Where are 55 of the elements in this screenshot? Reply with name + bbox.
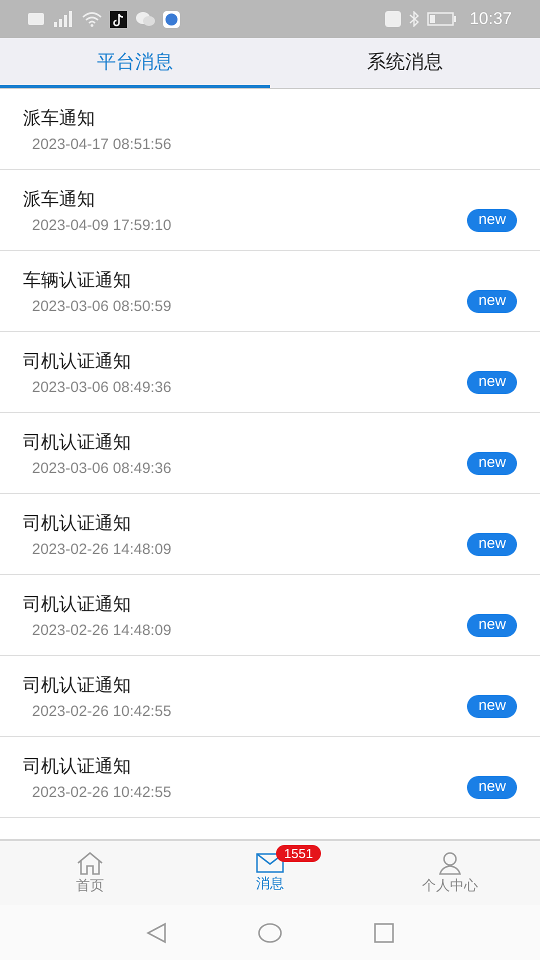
battery-icon xyxy=(427,12,458,26)
app-icon xyxy=(110,10,127,28)
nav-label: 个人中心 xyxy=(422,877,478,895)
new-badge: new xyxy=(467,614,517,636)
message-time: 2023-04-17 08:51:56 xyxy=(31,136,172,152)
message-title: 车辆认证通知 xyxy=(23,268,132,292)
message-title: 司机认证通知 xyxy=(23,674,132,696)
message-row[interactable]: 司机认证通知 2023-02-26 10:42:55 new xyxy=(0,656,540,737)
message-time: 2023-03-06 08:49:36 xyxy=(31,460,172,476)
message-time: 2023-02-26 14:48:09 xyxy=(31,622,172,638)
message-row[interactable]: 司机认证通知 2023-03-06 08:49:36 new xyxy=(0,413,540,494)
message-row[interactable]: 司机认证通知 2023-02-26 14:48:09 new xyxy=(0,494,540,575)
message-title: 司机认证通知 xyxy=(23,592,132,616)
new-badge: new xyxy=(467,776,517,798)
person-icon xyxy=(438,851,462,875)
unread-count: 1551 xyxy=(276,845,321,862)
nav-label: 消息 xyxy=(256,875,284,893)
home-button-icon[interactable] xyxy=(257,922,283,944)
new-badge: new xyxy=(467,370,517,394)
message-row[interactable]: 派车通知 2023-04-09 17:59:10 new xyxy=(0,170,540,251)
tab[interactable]: 系统消息 xyxy=(270,38,540,88)
message-row[interactable]: 司机认证通知 2023-02-26 10:42:55 new xyxy=(0,737,540,818)
new-badge: new xyxy=(467,290,517,312)
new-badge: new xyxy=(467,532,517,556)
message-time: 2023-04-09 17:59:10 xyxy=(31,216,172,234)
nav-label: 首页 xyxy=(76,877,104,895)
new-badge: new xyxy=(467,208,517,232)
clock: 10:37 xyxy=(469,9,512,29)
app-icon xyxy=(163,10,180,28)
message-title: 司机认证通知 xyxy=(23,754,132,778)
message-title: 司机认证通知 xyxy=(23,350,132,372)
recents-icon[interactable] xyxy=(373,922,395,944)
message-title: 派车通知 xyxy=(23,188,96,210)
nav-item[interactable]: 消息 1551 xyxy=(180,841,360,905)
message-title: 司机认证通知 xyxy=(23,512,132,534)
tab[interactable]: 平台消息 xyxy=(0,38,270,88)
message-time: 2023-02-26 10:42:55 xyxy=(31,702,172,720)
message-time: 2023-03-06 08:50:59 xyxy=(31,298,172,314)
wifi-icon xyxy=(82,12,102,26)
signal-icon xyxy=(52,11,74,27)
message-time: 2023-02-26 10:42:55 xyxy=(31,784,172,800)
new-badge: new xyxy=(467,694,517,718)
message-title: 司机认证通知 xyxy=(23,430,132,454)
message-row[interactable]: 司机认证通知 2023-02-26 14:48:09 new xyxy=(0,575,540,656)
message-row[interactable]: 派车通知 2023-04-17 08:51:56 xyxy=(0,89,540,170)
home-icon xyxy=(76,851,104,875)
back-icon[interactable] xyxy=(145,922,167,944)
bluetooth-icon xyxy=(409,11,420,27)
message-row[interactable]: 车辆认证通知 2023-03-06 08:50:59 new xyxy=(0,251,540,332)
message-row[interactable]: 司机认证通知 2023-03-06 08:49:36 new xyxy=(0,332,540,413)
message-title: 派车通知 xyxy=(23,106,96,130)
message-time: 2023-02-26 14:48:09 xyxy=(31,540,172,558)
new-badge: new xyxy=(467,452,517,474)
chat-icon xyxy=(135,11,155,27)
message-time: 2023-03-06 08:49:36 xyxy=(31,378,172,396)
